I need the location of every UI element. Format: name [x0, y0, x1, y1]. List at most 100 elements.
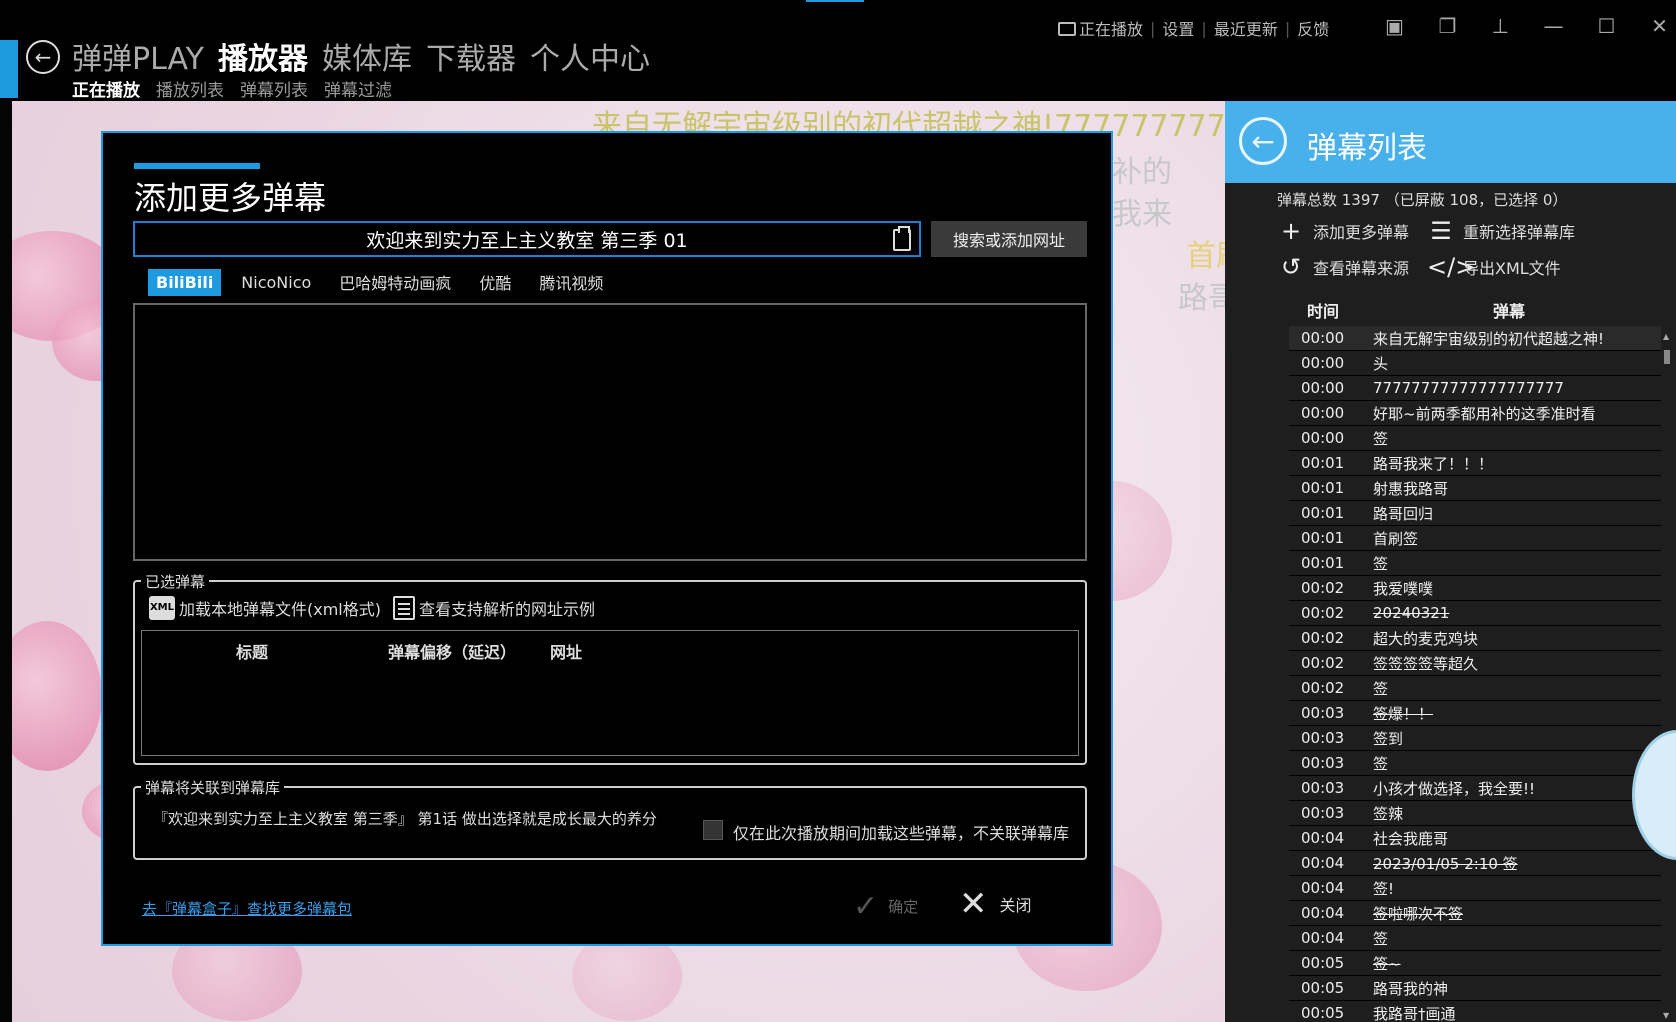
confirm-label: 确定 [888, 898, 919, 916]
nav-personal-center[interactable]: 个人中心 [530, 34, 650, 78]
reselect-library-action[interactable]: ☰ 重新选择弹幕库 [1427, 219, 1575, 243]
danmaku-box-link[interactable]: 去『弹幕盒子』查找更多弹幕包 [142, 898, 352, 919]
close-window-icon[interactable]: ✕ [1633, 12, 1676, 40]
scroll-up-icon[interactable]: ▲ [1663, 332, 1669, 341]
camera-icon[interactable]: ▣ [1368, 12, 1421, 40]
danmaku-row[interactable]: 00:00 来自无解宇宙级别的初代超越之神! [1289, 326, 1661, 351]
nav-media-library[interactable]: 媒体库 [322, 34, 412, 78]
danmaku-text: 路哥我来了！！！ [1373, 454, 1494, 473]
danmaku-row[interactable]: 00:05 路哥我的神 [1289, 976, 1661, 1001]
sub-navigation: 正在播放 播放列表 弹幕列表 弹幕过滤 [72, 76, 392, 101]
subnav-now-playing[interactable]: 正在播放 [72, 76, 140, 101]
window-overlay-icon[interactable]: ❐ [1421, 12, 1474, 40]
only-this-playback-label[interactable]: 仅在此次播放期间加载这些弹幕，不关联弹幕库 [733, 820, 1069, 844]
link-settings[interactable]: 设置 [1162, 16, 1194, 40]
danmaku-time: 00:00 [1301, 379, 1345, 397]
danmaku-row[interactable]: 00:04 签! [1289, 876, 1661, 901]
danmaku-row[interactable]: 00:05 签~ [1289, 951, 1661, 976]
subnav-danmaku-filter[interactable]: 弹幕过滤 [324, 76, 392, 101]
danmaku-row[interactable]: 00:00 头 [1289, 351, 1661, 376]
nav-player[interactable]: 播放器 [218, 34, 308, 78]
add-more-danmaku-action[interactable]: + 添加更多弹幕 [1277, 219, 1409, 243]
link-feedback[interactable]: 反馈 [1297, 16, 1329, 40]
danmaku-row[interactable]: 00:01 首刷签 [1289, 526, 1661, 551]
danmaku-time: 00:01 [1301, 529, 1345, 547]
search-or-add-url-button[interactable]: 搜索或添加网址 [931, 221, 1087, 257]
separator: | [1201, 18, 1207, 38]
danmaku-row[interactable]: 00:02 20240321 [1289, 601, 1661, 626]
danmaku-row[interactable]: 00:04 社会我鹿哥 [1289, 826, 1661, 851]
danmaku-row[interactable]: 00:01 射惠我路哥 [1289, 476, 1661, 501]
close-dialog-button[interactable]: ✕ 关闭 [959, 887, 1032, 921]
danmaku-row[interactable]: 00:03 签 [1289, 751, 1661, 776]
link-now-playing[interactable]: 正在播放 [1079, 16, 1143, 40]
maximize-icon[interactable]: ☐ [1580, 12, 1633, 40]
pin-icon[interactable]: ⊥ [1474, 12, 1527, 40]
danmaku-text: 我路哥†画通 [1373, 1004, 1456, 1022]
danmaku-row[interactable]: 00:01 签 [1289, 551, 1661, 576]
subnav-danmaku-list[interactable]: 弹幕列表 [240, 76, 308, 101]
danmaku-text: 签 [1373, 679, 1389, 698]
scroll-thumb[interactable] [1664, 350, 1670, 364]
danmaku-row[interactable]: 00:00 77777777777777777777 [1289, 376, 1661, 401]
nav-home[interactable]: 弹弹PLAY [72, 34, 204, 78]
window-controls: ▣ ❐ ⊥ — ☐ ✕ [1368, 12, 1676, 40]
back-button[interactable]: ← [26, 40, 60, 74]
danmaku-time: 00:04 [1301, 904, 1345, 922]
danmaku-text: 路哥回归 [1373, 504, 1434, 523]
danmaku-time: 00:03 [1301, 704, 1345, 722]
danmaku-time: 00:03 [1301, 779, 1345, 797]
danmaku-text: 签! [1373, 879, 1395, 898]
danmaku-scrollbar[interactable]: ▲ ▼ [1661, 330, 1673, 1022]
danmaku-time: 00:03 [1301, 804, 1345, 822]
danmaku-text: 签签签签等超久 [1373, 654, 1479, 673]
clipboard-icon[interactable] [893, 226, 911, 251]
tab-niconico[interactable]: NicoNico [233, 269, 319, 296]
danmaku-row[interactable]: 00:03 签到 [1289, 726, 1661, 751]
search-results-list[interactable] [133, 303, 1087, 561]
tab-youku[interactable]: 优酷 [471, 266, 519, 298]
tab-bahamut[interactable]: 巴哈姆特动画疯 [331, 266, 459, 298]
confirm-button[interactable]: ✓ 确定 [853, 889, 918, 924]
danmaku-row[interactable]: 00:03 签辣 [1289, 801, 1661, 826]
danmaku-text: 来自无解宇宙级别的初代超越之神! [1373, 329, 1605, 348]
danmaku-time: 00:01 [1301, 479, 1345, 497]
search-input[interactable] [177, 228, 877, 250]
danmaku-text: 我爱噗噗 [1373, 579, 1434, 598]
load-local-file-button[interactable]: XML 加载本地弹幕文件(xml格式) [149, 596, 381, 620]
danmaku-overlay-text: 路哥 [1178, 281, 1225, 316]
danmaku-row[interactable]: 00:03 小孩才做选择，我全要!! [1289, 776, 1661, 801]
selected-danmaku-legend: 已选弹幕 [141, 571, 210, 592]
scroll-down-icon[interactable]: ▼ [1663, 1011, 1669, 1020]
search-box[interactable] [133, 221, 921, 257]
subnav-playlist[interactable]: 播放列表 [156, 76, 224, 101]
selected-danmaku-table[interactable]: 标题 弹幕偏移（延迟） 网址 [141, 630, 1079, 756]
danmaku-row[interactable]: 00:04 2023/01/05 2:10 签 [1289, 851, 1661, 876]
danmaku-row[interactable]: 00:00 好耶~前两季都用补的这季准时看 [1289, 401, 1661, 426]
danmaku-row[interactable]: 00:00 签 [1289, 426, 1661, 451]
danmaku-row[interactable]: 00:02 我爱噗噗 [1289, 576, 1661, 601]
view-url-examples-button[interactable]: 查看支持解析的网址示例 [393, 596, 595, 620]
danmaku-row[interactable]: 00:02 签签签签等超久 [1289, 651, 1661, 676]
danmaku-row[interactable]: 00:04 签 [1289, 926, 1661, 951]
danmaku-row[interactable]: 00:01 路哥我来了！！！ [1289, 451, 1661, 476]
view-source-action[interactable]: ↺ 查看弹幕来源 [1277, 255, 1409, 279]
danmaku-text: 签 [1373, 429, 1389, 448]
link-recent-updates[interactable]: 最近更新 [1214, 16, 1278, 40]
danmaku-table[interactable]: 时间 弹幕 00:00 来自无解宇宙级别的初代超越之神! 00:00 头 00:00 77… [1289, 294, 1661, 1022]
danmaku-row[interactable]: 00:01 路哥回归 [1289, 501, 1661, 526]
panel-back-button[interactable]: ← [1239, 117, 1287, 165]
tab-tencent-video[interactable]: 腾讯视频 [531, 266, 611, 298]
accent-strip [0, 40, 18, 98]
nav-downloader[interactable]: 下载器 [426, 34, 516, 78]
column-time: 时间 [1306, 302, 1339, 321]
danmaku-row[interactable]: 00:04 签啦哪次不签 [1289, 901, 1661, 926]
tab-bilibili[interactable]: BiliBili [148, 268, 222, 296]
danmaku-row[interactable]: 00:02 签 [1289, 676, 1661, 701]
danmaku-row[interactable]: 00:03 签爆！！ [1289, 701, 1661, 726]
export-xml-action[interactable]: </> 导出XML文件 [1427, 255, 1561, 279]
only-this-playback-checkbox[interactable] [703, 820, 723, 840]
danmaku-row[interactable]: 00:02 超大的麦克鸡块 [1289, 626, 1661, 651]
danmaku-row[interactable]: 00:05 我路哥†画通 [1289, 1001, 1661, 1022]
minimize-icon[interactable]: — [1527, 12, 1580, 40]
